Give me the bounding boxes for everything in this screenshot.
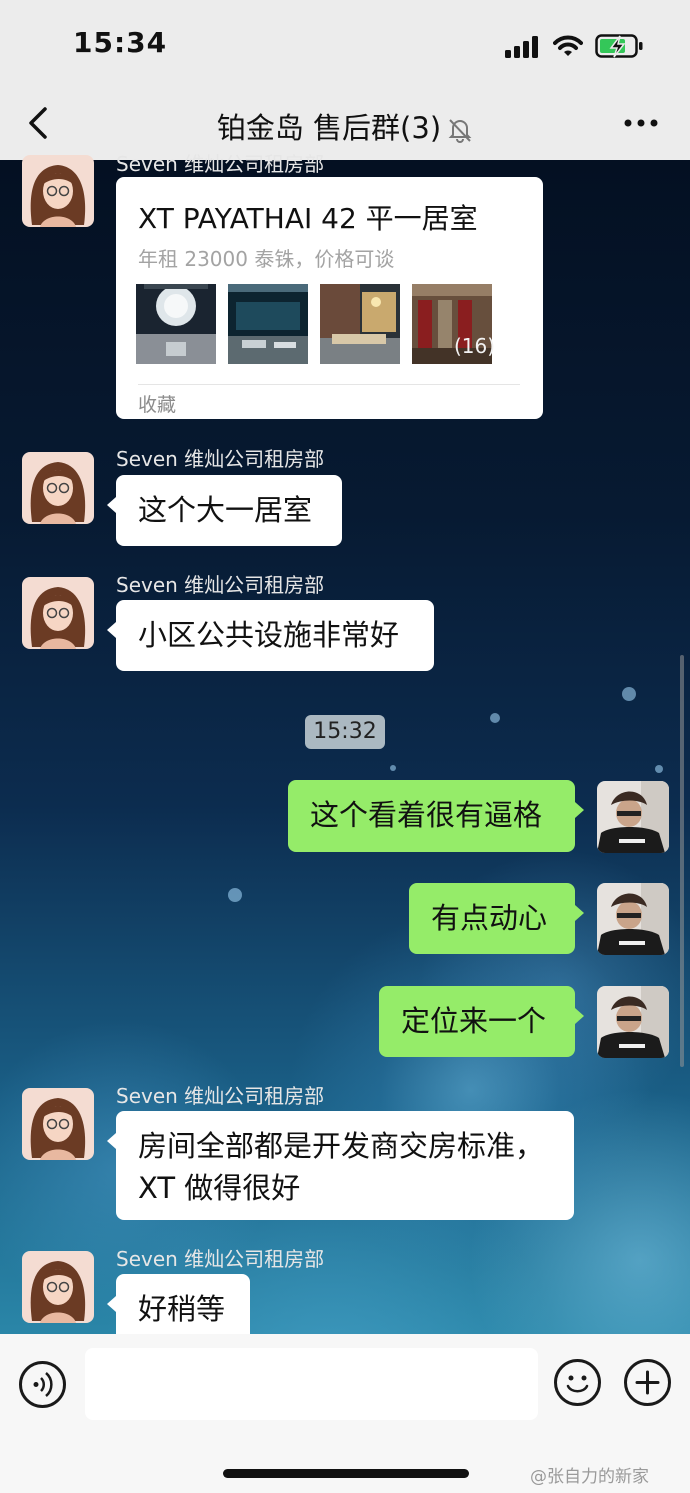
my-avatar[interactable] [597, 986, 669, 1058]
my-avatar[interactable] [597, 781, 669, 853]
battery-charging-icon [595, 34, 643, 58]
message-bubble[interactable]: 这个大一居室 [107, 475, 342, 546]
sender-name: Seven 维灿公司租房部 [116, 1247, 325, 1271]
sender-name: Seven 维灿公司租房部 [116, 447, 325, 471]
card-footer: 收藏 [138, 394, 177, 416]
message-input[interactable] [85, 1348, 538, 1420]
emoji-icon[interactable] [554, 1359, 601, 1406]
message-bubble-outgoing[interactable]: 有点动心 [409, 883, 584, 954]
message-bubble-outgoing[interactable]: 定位来一个 [379, 986, 584, 1057]
plus-icon[interactable] [624, 1359, 671, 1406]
avatar[interactable] [22, 577, 94, 649]
lounge-photo[interactable] [228, 284, 308, 364]
home-indicator[interactable] [223, 1469, 469, 1478]
message-line: 房间全部都是开发商交房标准， [138, 1129, 545, 1163]
bell-slash-icon [448, 119, 472, 143]
sender-name: Seven 维灿公司租房部 [116, 152, 325, 176]
image-count: (16) [454, 334, 496, 358]
card-divider [138, 384, 520, 385]
chat-title-text: 铂金岛 售后群(3) [216, 111, 442, 145]
message-bubble[interactable]: 小区公共设施非常好 [107, 600, 434, 671]
dining-photo[interactable] [320, 284, 400, 364]
wifi-icon [553, 35, 583, 56]
message-bubble-outgoing[interactable]: 这个看着很有逼格 [288, 780, 584, 852]
my-avatar[interactable] [597, 883, 669, 955]
voice-icon[interactable] [19, 1361, 66, 1408]
sender-name: Seven 维灿公司租房部 [116, 1084, 325, 1108]
avatar[interactable] [22, 1088, 94, 1160]
message-line: XT 做得很好 [138, 1171, 301, 1205]
status-time: 15:34 [73, 26, 168, 59]
listing-card[interactable]: XT PAYATHAI 42 平一居室 年租 23000 泰铢，价格可谈 (16… [116, 177, 543, 419]
timestamp-divider: 15:32 [305, 715, 385, 749]
scrollbar[interactable] [680, 655, 684, 1067]
avatar[interactable] [22, 452, 94, 524]
avatar[interactable] [22, 1251, 94, 1323]
lobby-photo[interactable] [136, 284, 216, 364]
watermark: @张自力的新家 [530, 1467, 649, 1487]
card-title: XT PAYATHAI 42 平一居室 [138, 202, 478, 235]
message-bubble[interactable]: 房间全部都是开发商交房标准， XT 做得很好 [107, 1111, 574, 1220]
card-subtitle: 年租 23000 泰铢，价格可谈 [138, 247, 395, 271]
cellular-signal-icon [505, 36, 538, 58]
ellipsis-icon[interactable] [624, 118, 658, 128]
chat-title: 铂金岛 售后群(3) [0, 105, 690, 147]
sender-name: Seven 维灿公司租房部 [116, 573, 325, 597]
avatar[interactable] [22, 155, 94, 227]
